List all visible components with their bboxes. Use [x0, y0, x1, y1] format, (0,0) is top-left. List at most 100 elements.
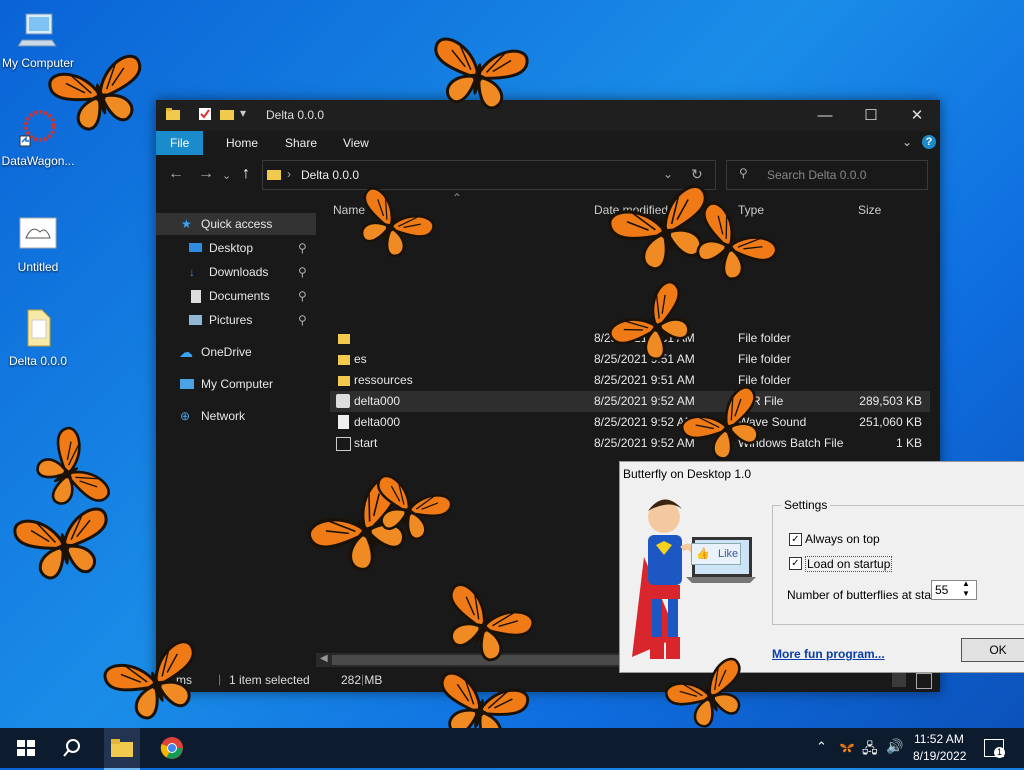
- expand-ribbon-icon[interactable]: ⌄: [902, 135, 912, 149]
- nav-label: Network: [201, 409, 246, 423]
- folder-icon: [27, 309, 51, 347]
- nav-label: Pictures: [209, 313, 253, 327]
- load-on-startup-checkbox[interactable]: ✓: [789, 557, 802, 570]
- image-file-icon: [19, 217, 57, 249]
- nav-label: OneDrive: [201, 345, 252, 359]
- desktop-icon-delta-folder[interactable]: Delta 0.0.0: [0, 308, 76, 368]
- desktop-icon-label: Delta 0.0.0: [8, 354, 68, 368]
- properties-icon[interactable]: [198, 107, 212, 121]
- nav-label: Downloads: [209, 265, 269, 279]
- load-on-startup-label[interactable]: Load on startup: [805, 556, 893, 572]
- butterfly-icon: [11, 505, 117, 585]
- nav-network[interactable]: ⊕ Network: [156, 405, 316, 427]
- desktop-icon: [189, 243, 202, 252]
- minimize-button[interactable]: —: [802, 100, 848, 131]
- nav-my-computer[interactable]: My Computer: [156, 373, 316, 395]
- file-size: 289,503 KB: [859, 394, 922, 408]
- clock-date[interactable]: 8/19/2022: [913, 749, 966, 763]
- nav-quick-access[interactable]: ★ Quick access: [156, 213, 316, 235]
- search-icon[interactable]: [60, 736, 84, 760]
- folder-icon: [267, 170, 281, 180]
- nav-label: Quick access: [201, 217, 273, 231]
- nav-pictures[interactable]: Pictures ⚲: [156, 309, 316, 331]
- status-divider: |: [361, 672, 365, 686]
- pictures-icon: [189, 315, 202, 325]
- desktop-icon-label: DataWagon...: [1, 154, 75, 168]
- butterfly-icon: [344, 184, 438, 268]
- folder-icon: [338, 334, 350, 344]
- file-name: delta000: [354, 415, 401, 429]
- details-view-icon[interactable]: [892, 673, 906, 687]
- network-icon[interactable]: 🖧: [862, 738, 878, 762]
- sort-ascending-icon: ⌃: [452, 191, 463, 205]
- butterfly-icon: [605, 277, 707, 375]
- window-title: Delta 0.0.0: [266, 108, 325, 122]
- spinner-up-icon[interactable]: ▲: [962, 579, 970, 588]
- recent-locations-icon[interactable]: ⌄: [222, 169, 231, 182]
- more-programs-link[interactable]: More fun program...: [772, 647, 885, 661]
- settings-group: Settings ✓ Always on top ✓ Load on start…: [772, 498, 1024, 625]
- nav-onedrive[interactable]: ☁ OneDrive: [156, 341, 316, 363]
- nav-label: Documents: [209, 289, 270, 303]
- notification-center-icon[interactable]: 1: [984, 739, 1005, 758]
- forward-icon[interactable]: →: [198, 165, 214, 183]
- ok-button[interactable]: OK: [961, 638, 1024, 662]
- search-box[interactable]: ⚲ Search Delta 0.0.0: [726, 160, 928, 190]
- file-type: File folder: [738, 352, 791, 366]
- volume-icon[interactable]: 🔊: [886, 738, 903, 755]
- file-size: 251,060 KB: [859, 415, 922, 429]
- desktop-icon-untitled[interactable]: Untitled: [0, 214, 76, 274]
- close-button[interactable]: ✕: [894, 100, 940, 131]
- search-icon: ⚲: [739, 166, 748, 180]
- large-icons-view-icon[interactable]: [916, 673, 932, 689]
- network-icon: ⊕: [180, 409, 191, 423]
- clock-time[interactable]: 11:52 AM: [914, 732, 964, 746]
- address-row: ← → ⌄ ↑ › Delta 0.0.0 ⌄ ↻ ⚲ Search Delta…: [156, 155, 940, 195]
- taskbar-file-explorer[interactable]: [104, 728, 140, 770]
- butterfly-count-spinner[interactable]: 55 ▲ ▼: [931, 579, 977, 600]
- settings-legend: Settings: [781, 498, 831, 512]
- tab-view[interactable]: View: [329, 131, 383, 155]
- always-on-top-checkbox[interactable]: ✓: [789, 533, 802, 546]
- nav-downloads[interactable]: ↓ Downloads ⚲: [156, 261, 316, 283]
- qat-dropdown-icon[interactable]: ▾: [240, 106, 246, 120]
- chrome-icon[interactable]: [160, 736, 184, 760]
- table-row[interactable]: delta000 8/25/2021 9:52 AM JAR File 289,…: [330, 391, 930, 412]
- spinner-down-icon[interactable]: ▼: [962, 589, 970, 598]
- file-type: File folder: [738, 331, 791, 345]
- tab-home[interactable]: Home: [212, 131, 272, 155]
- file-name: es: [354, 352, 367, 366]
- nav-label: My Computer: [201, 377, 274, 391]
- tab-share[interactable]: Share: [271, 131, 331, 155]
- scroll-left-icon[interactable]: ◀: [320, 653, 328, 664]
- butterfly-icon: [662, 656, 758, 736]
- new-folder-icon[interactable]: [220, 107, 234, 121]
- thumbs-up-icon: 👍: [696, 548, 710, 560]
- table-row[interactable]: delta000 8/25/2021 9:52 AM Wave Sound 25…: [330, 412, 930, 433]
- star-icon: ★: [181, 217, 192, 231]
- help-icon[interactable]: ?: [922, 135, 936, 149]
- title-bar[interactable]: ▾ Delta 0.0.0 — ☐ ✕: [156, 100, 940, 131]
- status-selected: 1 item selected: [229, 673, 310, 687]
- like-button[interactable]: 👍 Like: [691, 543, 741, 565]
- tray-expand-icon[interactable]: ⌃: [816, 739, 827, 755]
- back-icon[interactable]: ←: [168, 165, 184, 183]
- column-size[interactable]: Size: [858, 203, 881, 217]
- table-row[interactable]: start 8/25/2021 9:52 AM Windows Batch Fi…: [330, 433, 930, 454]
- jar-file-icon: [336, 394, 350, 408]
- windows-start-icon[interactable]: [14, 736, 38, 760]
- computer-icon: [180, 379, 194, 389]
- maximize-button[interactable]: ☐: [848, 100, 894, 131]
- file-name: delta000: [354, 394, 401, 408]
- breadcrumb-chevron-icon: ›: [287, 167, 291, 181]
- up-icon[interactable]: ↑: [242, 165, 250, 183]
- notification-count-badge: 1: [994, 747, 1005, 758]
- tab-file[interactable]: File: [156, 131, 204, 155]
- nav-documents[interactable]: Documents ⚲: [156, 285, 316, 307]
- folder-icon: [111, 739, 133, 757]
- butterfly-icon: [363, 472, 455, 548]
- always-on-top-label[interactable]: Always on top: [805, 532, 880, 546]
- butterfly-icon: [100, 637, 212, 729]
- butterfly-tray-icon[interactable]: [838, 740, 856, 756]
- nav-desktop[interactable]: Desktop ⚲: [156, 237, 316, 259]
